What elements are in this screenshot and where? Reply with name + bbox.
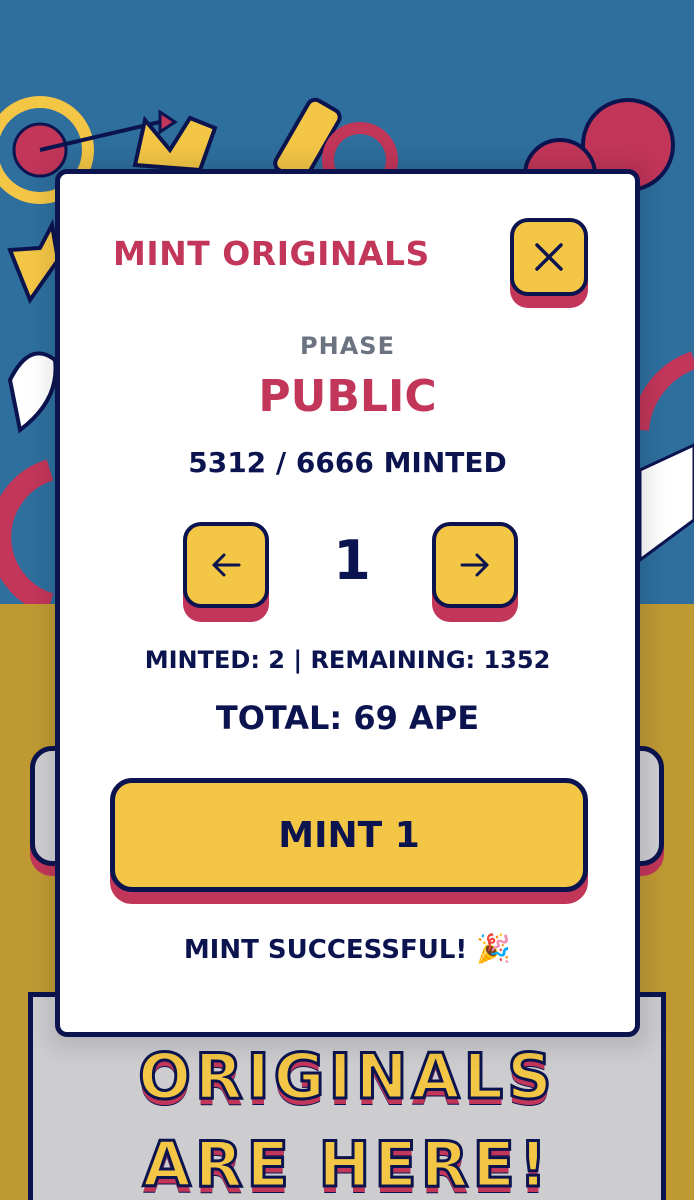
phase-label: PHASE bbox=[300, 332, 395, 360]
arrow-right-icon bbox=[460, 553, 489, 577]
mint-page: ORIGINALS ARE HERE! MINT ORIGINALS PHASE… bbox=[0, 0, 694, 1200]
mint-stats: MINTED: 2 | REMAINING: 1352 bbox=[144, 646, 551, 674]
close-icon bbox=[535, 243, 563, 271]
total-price: TOTAL: 69 APE bbox=[215, 699, 480, 737]
party-popper-icon: 🎉 bbox=[476, 932, 512, 965]
phase-value: PUBLIC bbox=[258, 371, 437, 422]
mint-button[interactable]: MINT 1 bbox=[110, 778, 588, 892]
decrement-button[interactable] bbox=[183, 522, 269, 608]
arrow-left-icon bbox=[212, 553, 241, 577]
close-button[interactable] bbox=[510, 218, 588, 296]
hero-title-line-2: ARE HERE! bbox=[141, 1127, 552, 1200]
increment-button[interactable] bbox=[432, 522, 518, 608]
success-message: MINT SUCCESSFUL! 🎉 bbox=[60, 932, 635, 965]
mint-modal: MINT ORIGINALS PHASE PUBLIC 5312 / 6666 … bbox=[55, 169, 640, 1037]
quantity-value: 1 bbox=[333, 529, 371, 592]
modal-title: MINT ORIGINALS bbox=[113, 234, 430, 273]
success-text: MINT SUCCESSFUL! bbox=[183, 935, 468, 965]
minted-count: 5312 / 6666 MINTED bbox=[188, 446, 507, 479]
hero-title-line-1: ORIGINALS bbox=[137, 1039, 556, 1115]
